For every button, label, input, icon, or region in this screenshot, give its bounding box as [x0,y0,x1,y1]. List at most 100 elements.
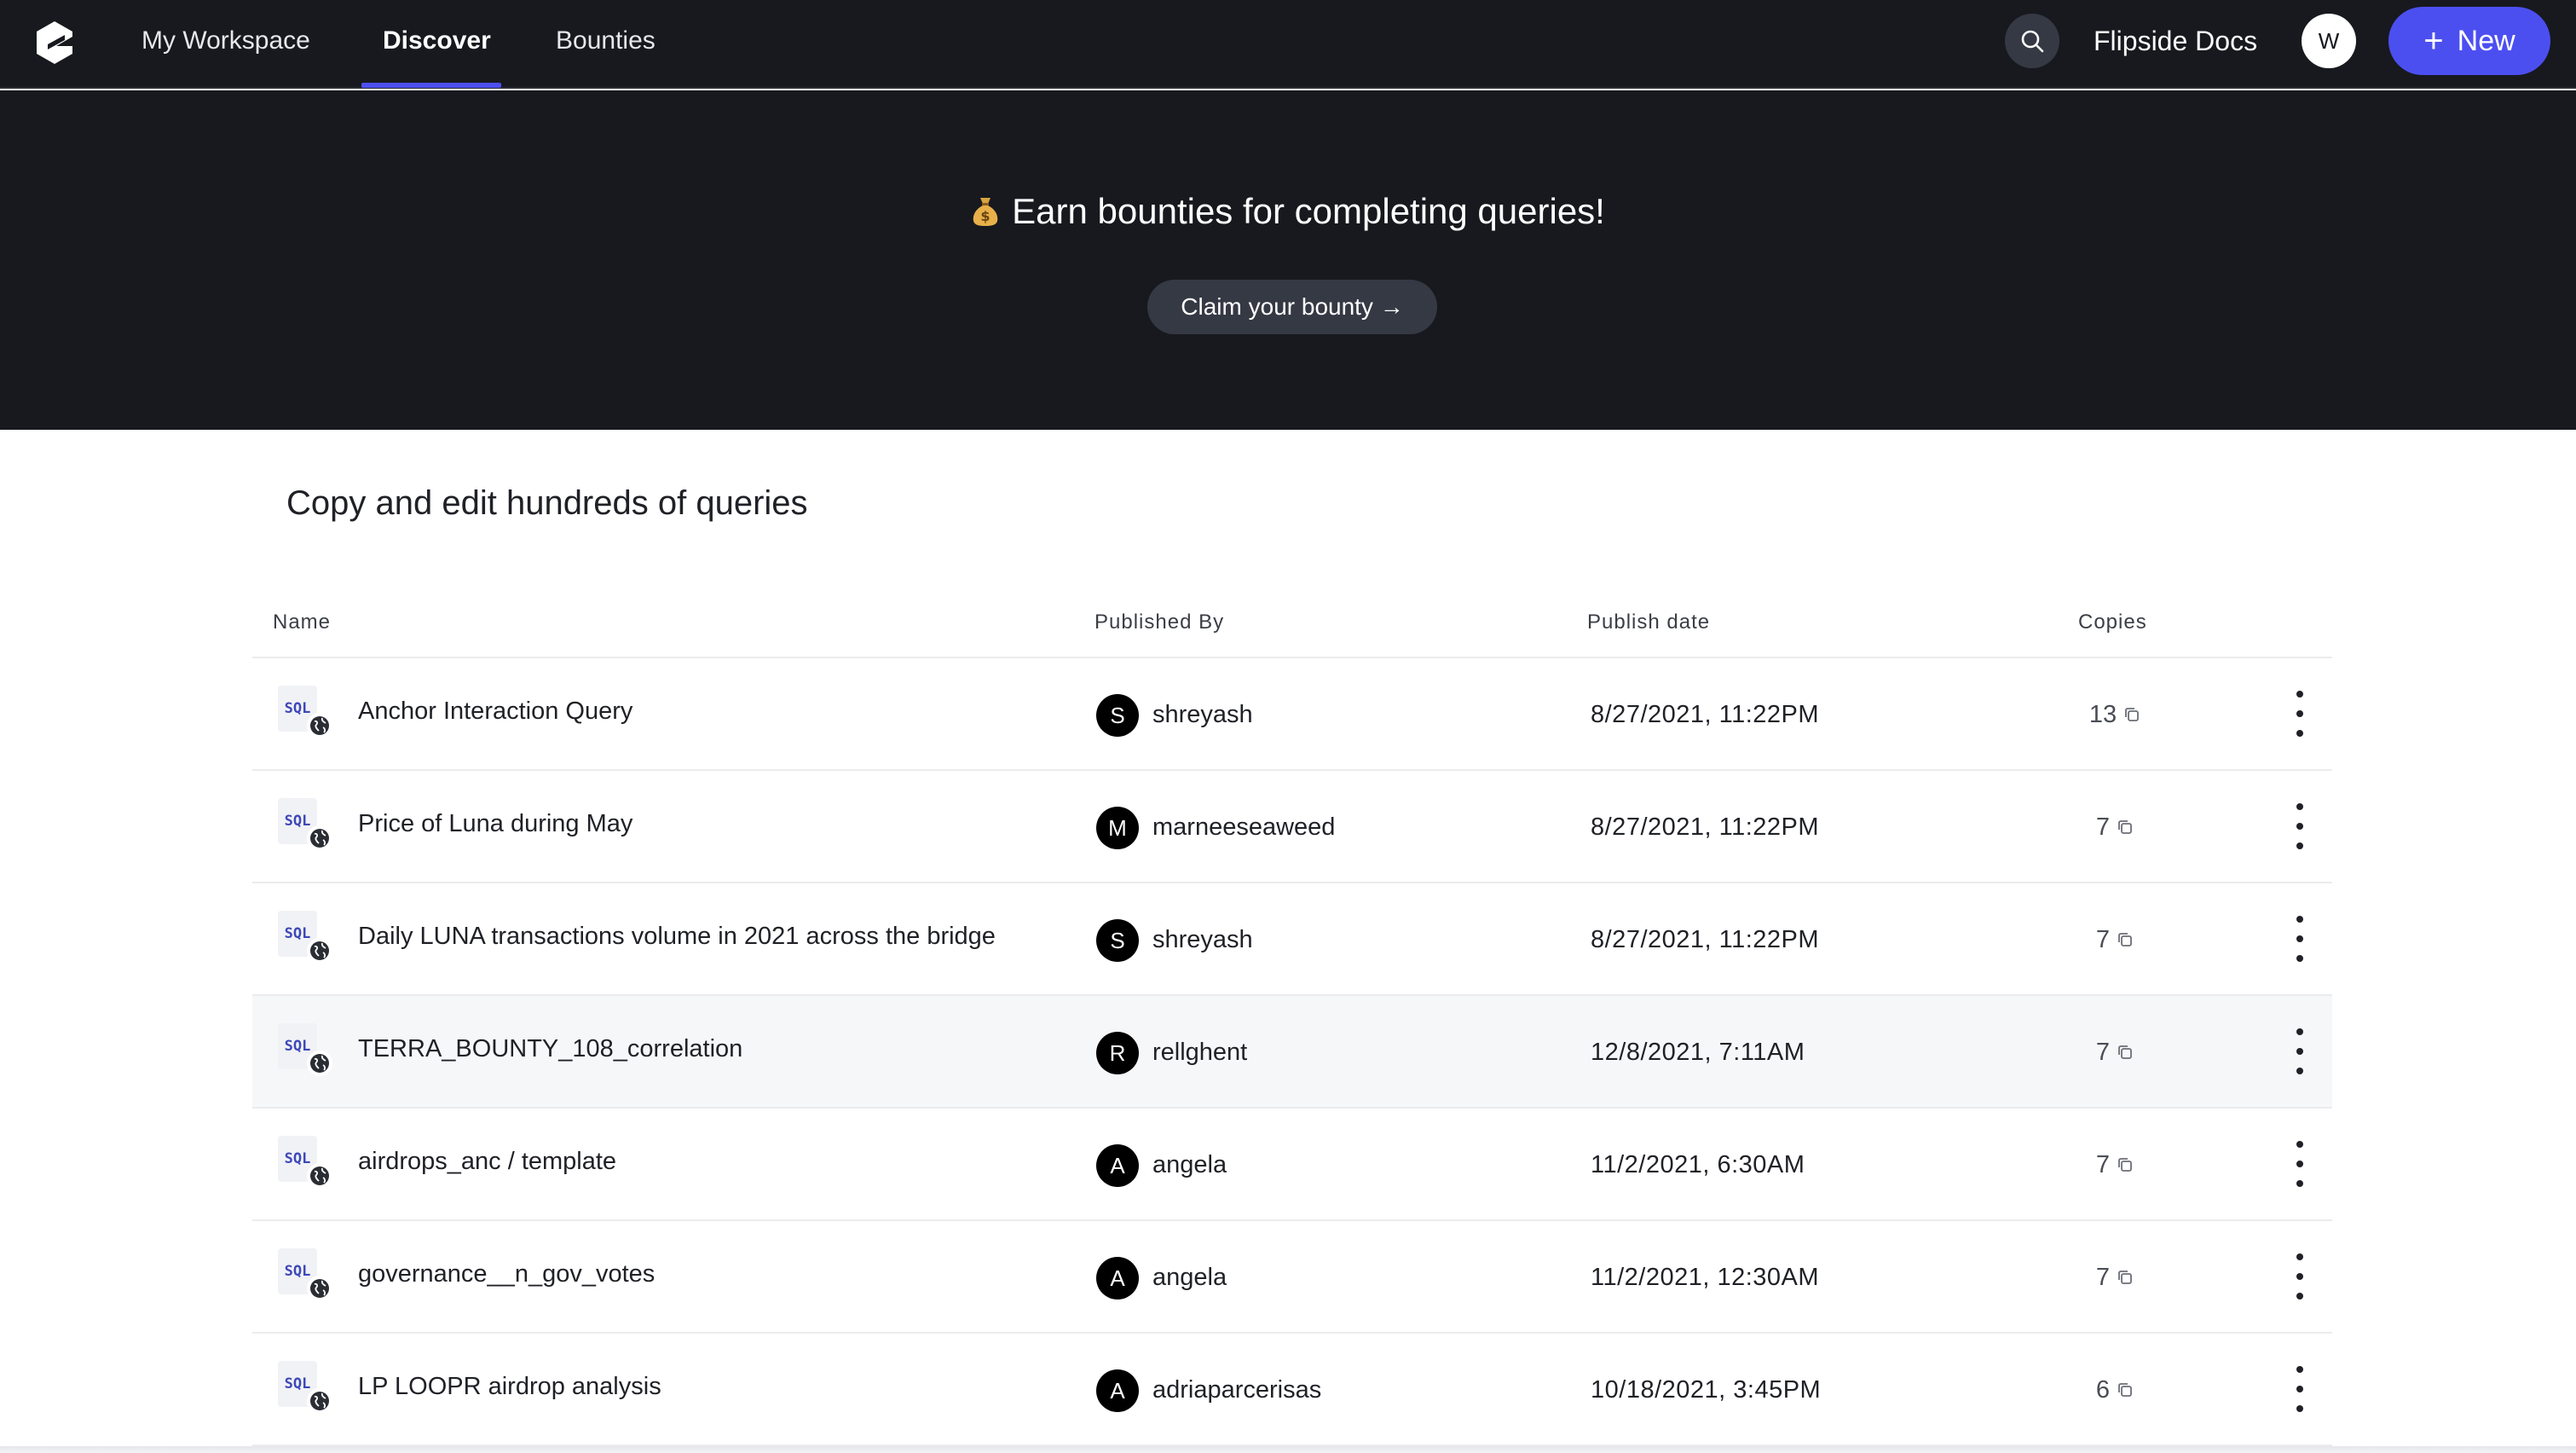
publisher-avatar[interactable]: S [1096,919,1139,962]
copies-value: 7 [2095,1039,2111,1066]
publish-date: 8/27/2021, 11:22PM [1591,813,1820,841]
query-name[interactable]: Daily LUNA transactions volume in 2021 a… [358,923,996,951]
publisher-avatar[interactable]: A [1096,1144,1139,1187]
copy-icon [2118,1045,2132,1059]
table-row[interactable]: SQL governance__n_gov_votes Aangela 11/2/20… [252,1221,2332,1334]
copies-count: 7 [2051,1039,2179,1067]
publisher-name[interactable]: angela [1152,1264,1227,1292]
publisher-name[interactable]: shreyash [1152,926,1253,954]
sql-file-icon: SQL [278,798,332,851]
publisher-avatar[interactable]: M [1096,807,1139,849]
publish-date: 8/27/2021, 11:22PM [1591,926,1820,953]
copy-icon [2118,1158,2132,1172]
query-name[interactable]: Price of Luna during May [358,810,632,838]
query-name[interactable]: airdrops_anc / template [358,1148,616,1176]
flipside-docs-link[interactable]: Flipside Docs [2094,0,2257,82]
sql-file-icon: SQL [278,1023,332,1076]
sql-file-icon: SQL [278,686,332,738]
more-options-icon[interactable] [2286,1359,2313,1419]
table-header: Name Published By Publish date Copies [252,597,2332,658]
copies-value: 7 [2095,813,2111,841]
copy-icon [2118,933,2132,946]
copy-icon [2118,1383,2132,1397]
copies-count: 7 [2051,1264,2179,1292]
globe-icon [307,1388,332,1414]
sql-file-icon: SQL [278,1248,332,1301]
copy-icon [2118,820,2132,834]
globe-icon [307,713,332,738]
flipside-logo-icon[interactable] [31,19,78,67]
table-body: SQL Anchor Interaction Query Sshreyash 8/27… [252,658,2332,1446]
table-row[interactable]: SQL LP LOOPR airdrop analysis Aadriaparcer… [252,1334,2332,1446]
column-header-copies[interactable]: Copies [2078,611,2147,634]
column-header-published-by[interactable]: Published By [1095,611,1224,634]
publisher-name[interactable]: adriaparcerisas [1152,1376,1321,1404]
copies-value: 7 [2095,1264,2111,1291]
active-tab-indicator [361,83,501,88]
publisher-name[interactable]: angela [1152,1151,1227,1179]
search-button[interactable] [2005,14,2059,68]
copies-value: 13 [2088,701,2117,728]
table-row[interactable]: SQL Anchor Interaction Query Sshreyash 8/27… [252,658,2332,771]
query-name[interactable]: governance__n_gov_votes [358,1260,655,1288]
table-row[interactable]: SQL TERRA_BOUNTY_108_correlation Rrellghen… [252,996,2332,1109]
column-header-name[interactable]: Name [273,611,331,634]
publish-date: 11/2/2021, 6:30AM [1591,1151,1805,1178]
query-name[interactable]: TERRA_BOUNTY_108_correlation [358,1035,742,1063]
plus-icon: + [2423,22,2444,60]
copies-count: 7 [2051,813,2179,842]
column-header-publish-date[interactable]: Publish date [1587,611,1710,634]
table-row[interactable]: SQL Price of Luna during May Mmarneeseawee… [252,771,2332,883]
table-row[interactable]: SQL airdrops_anc / template Aangela 11/2/20… [252,1109,2332,1221]
publisher-avatar[interactable]: A [1096,1257,1139,1300]
publisher-avatar[interactable]: A [1096,1369,1139,1412]
more-options-icon[interactable] [2286,1134,2313,1194]
claim-bounty-button[interactable]: Claim your bounty → [1147,280,1437,334]
user-avatar[interactable]: W [2302,14,2356,68]
publisher-name[interactable]: shreyash [1152,701,1253,729]
globe-icon [307,1276,332,1301]
sql-file-icon: SQL [278,1136,332,1189]
more-options-icon[interactable] [2286,684,2313,744]
table-row[interactable]: SQL Daily LUNA transactions volume in 202… [252,883,2332,996]
copies-value: 6 [2095,1376,2111,1404]
queries-table: Name Published By Publish date Copies SQ… [252,597,2332,1446]
tab-bounties[interactable]: Bounties [556,0,656,89]
more-options-icon[interactable] [2286,796,2313,856]
tab-discover[interactable]: Discover [383,0,491,89]
publisher-name[interactable]: rellghent [1152,1039,1247,1067]
scroll-edge [0,1446,2576,1453]
copy-icon [2125,708,2140,721]
more-options-icon[interactable] [2286,1022,2313,1081]
svg-text:$: $ [981,208,991,224]
copies-count: 13 [2051,701,2179,729]
bounty-banner: $ Earn bounties for completing queries! … [0,90,2576,430]
top-nav: My Workspace Discover Bounties Flipside … [0,0,2576,89]
search-icon [2021,30,2044,53]
query-name[interactable]: LP LOOPR airdrop analysis [358,1373,661,1401]
sql-file-icon: SQL [278,1361,332,1414]
publisher-name[interactable]: marneeseaweed [1152,813,1335,842]
publish-date: 11/2/2021, 12:30AM [1591,1264,1820,1291]
sql-file-icon: SQL [278,911,332,964]
publish-date: 8/27/2021, 11:22PM [1591,701,1820,728]
more-options-icon[interactable] [2286,1247,2313,1306]
more-options-icon[interactable] [2286,909,2313,969]
publisher-avatar[interactable]: S [1096,694,1139,737]
copies-count: 7 [2051,1151,2179,1179]
publish-date: 12/8/2021, 7:11AM [1591,1039,1805,1066]
publisher-avatar[interactable]: R [1096,1032,1139,1074]
copies-count: 6 [2051,1376,2179,1404]
page-title: Copy and edit hundreds of queries [286,484,808,522]
copies-value: 7 [2095,1151,2111,1178]
money-bag-icon: $ [973,198,998,226]
copies-value: 7 [2095,926,2111,953]
tab-my-workspace[interactable]: My Workspace [142,0,310,89]
globe-icon [307,938,332,964]
query-name[interactable]: Anchor Interaction Query [358,698,632,726]
bounty-banner-title: $ Earn bounties for completing queries! [0,191,2576,232]
new-button[interactable]: + New [2388,7,2550,75]
new-button-label: New [2457,24,2515,57]
copy-icon [2118,1271,2132,1284]
globe-icon [307,825,332,851]
